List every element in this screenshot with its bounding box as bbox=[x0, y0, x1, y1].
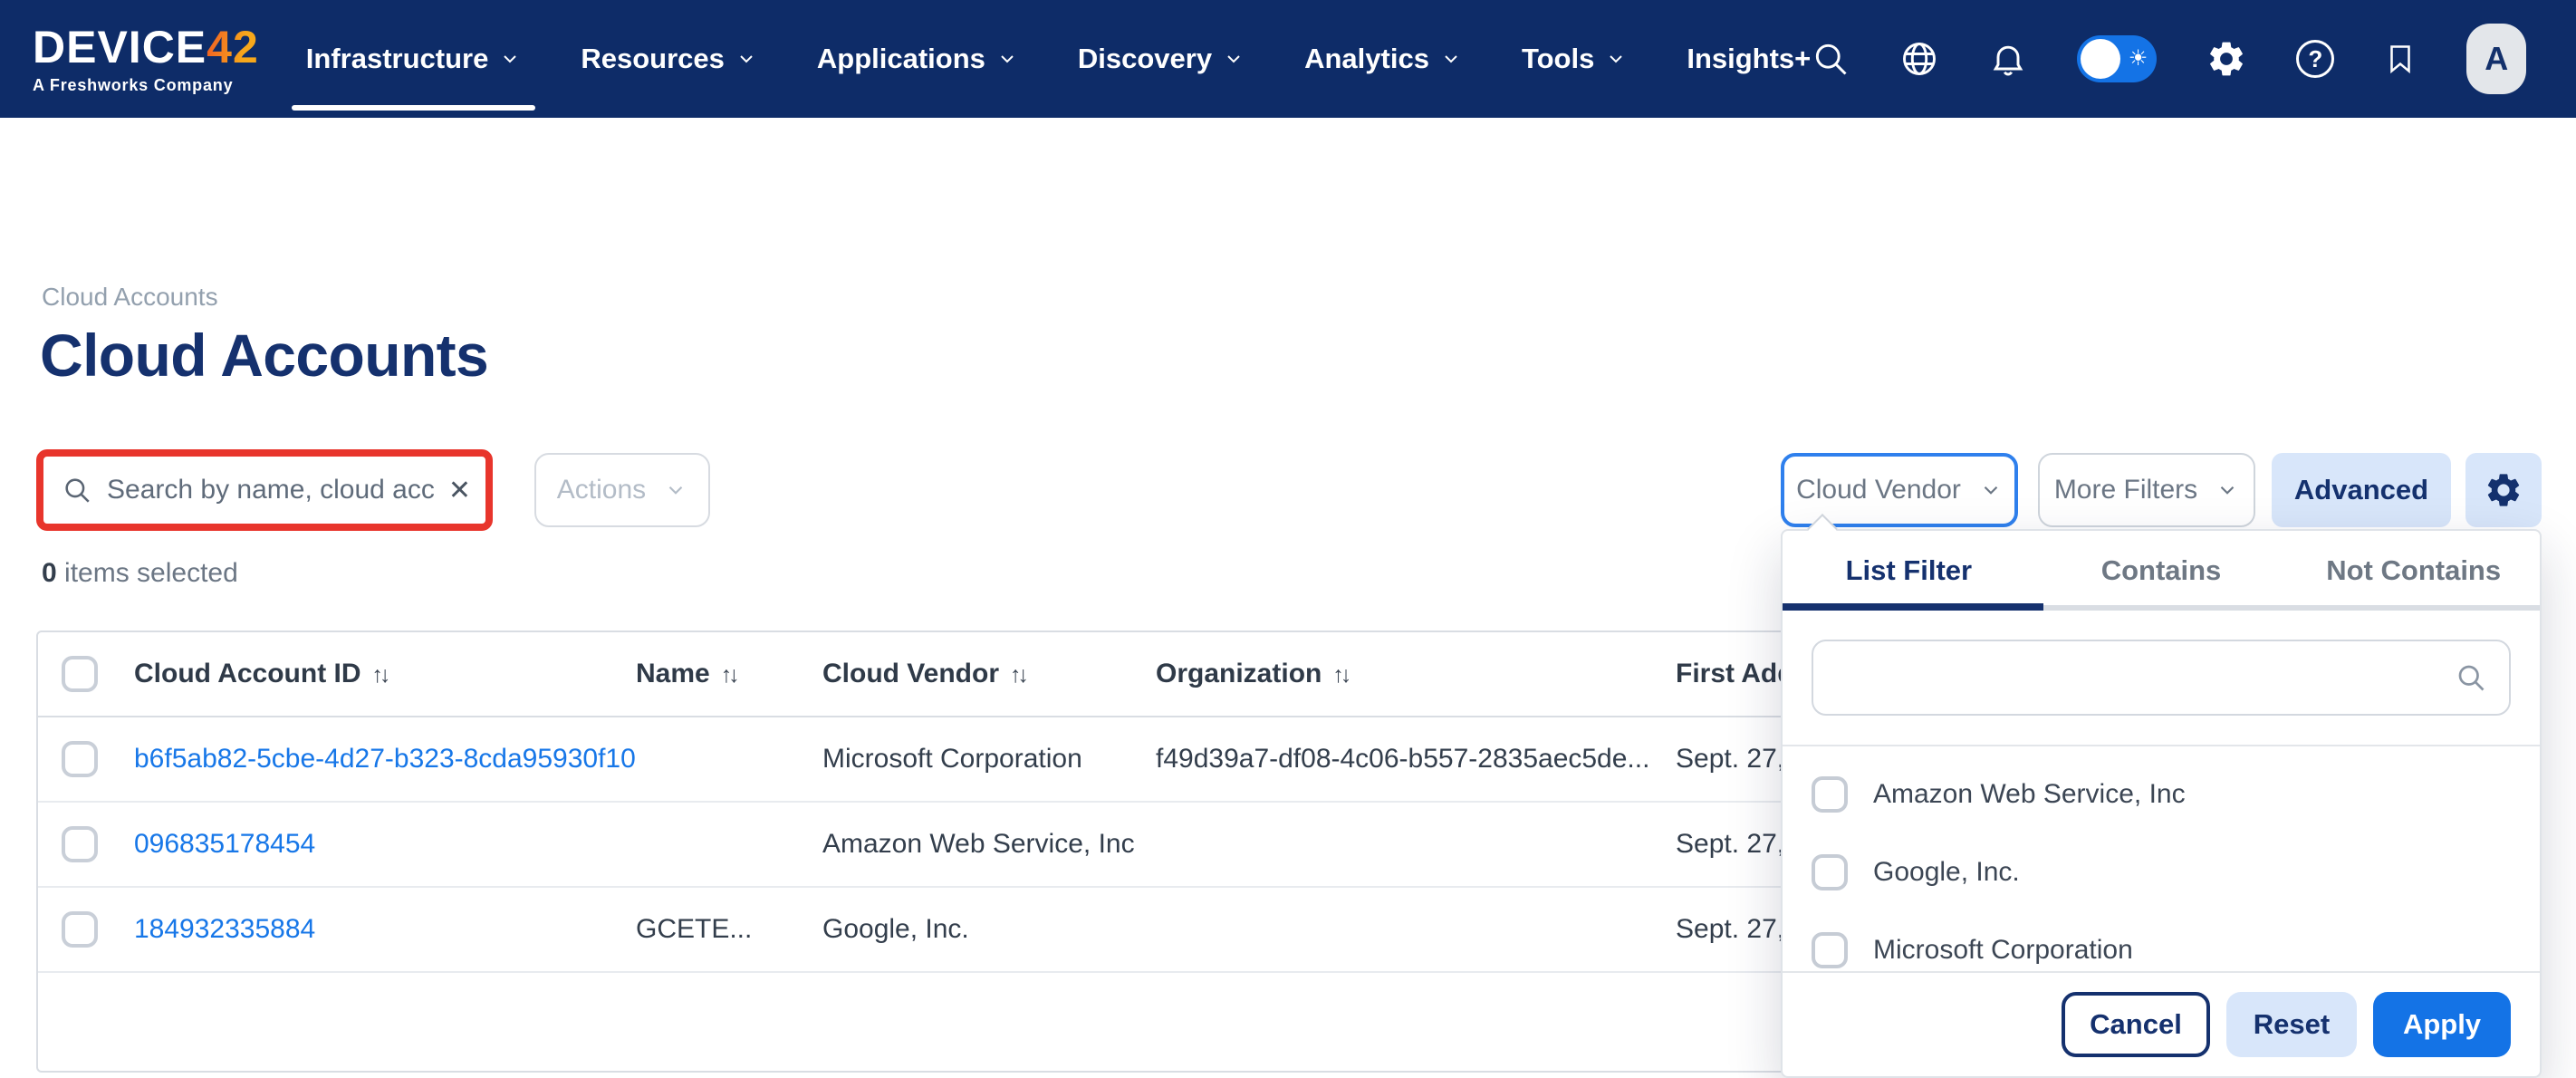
sort-icon[interactable]: ↑↓ bbox=[1010, 662, 1025, 688]
active-tab-indicator bbox=[1783, 603, 2043, 611]
nav-item-analytics[interactable]: Analytics bbox=[1304, 0, 1462, 118]
tab-list-filter[interactable]: List Filter bbox=[1783, 531, 2035, 611]
search-icon bbox=[2455, 661, 2487, 694]
main-content: Cloud Accounts Cloud Accounts ✕ Actions … bbox=[0, 118, 2576, 1078]
filter-search-field bbox=[1812, 640, 2511, 716]
checkbox[interactable] bbox=[1812, 932, 1848, 968]
toggle-knob-icon bbox=[2081, 39, 2120, 79]
cloud-account-id-link[interactable]: b6f5ab82-5cbe-4d27-b323-8cda95930f10 bbox=[134, 744, 636, 775]
page-title: Cloud Accounts bbox=[40, 321, 488, 390]
nav-item-infrastructure[interactable]: Infrastructure bbox=[306, 0, 522, 118]
sort-icon[interactable]: ↑↓ bbox=[721, 662, 736, 688]
actions-dropdown-button[interactable]: Actions bbox=[534, 453, 710, 527]
gear-icon bbox=[2484, 470, 2523, 510]
user-avatar[interactable]: A bbox=[2466, 24, 2526, 94]
chevron-down-icon bbox=[1979, 478, 2003, 502]
column-header-first-added[interactable]: First Add bbox=[1676, 659, 1794, 689]
help-icon[interactable]: ? bbox=[2296, 40, 2334, 78]
gear-icon[interactable] bbox=[2206, 38, 2247, 80]
bell-icon[interactable] bbox=[1988, 39, 2028, 79]
chevron-down-icon bbox=[664, 478, 687, 502]
bookmark-icon[interactable] bbox=[2383, 39, 2417, 79]
option-google[interactable]: Google, Inc. bbox=[1812, 833, 2511, 911]
cloud-vendor-filter-panel: List Filter Contains Not Contains Amazon… bbox=[1781, 529, 2542, 1078]
filter-tabs: List Filter Contains Not Contains bbox=[1783, 531, 2540, 611]
globe-icon[interactable] bbox=[1899, 39, 1939, 79]
option-amazon-web-service[interactable]: Amazon Web Service, Inc bbox=[1812, 756, 2511, 833]
tab-not-contains[interactable]: Not Contains bbox=[2287, 531, 2540, 611]
cloud-vendor-filter-button[interactable]: Cloud Vendor bbox=[1781, 453, 2018, 527]
top-navbar: DEVICE42 A Freshworks Company Infrastruc… bbox=[0, 0, 2576, 118]
checkbox[interactable] bbox=[1812, 854, 1848, 890]
column-header-cloud-vendor[interactable]: Cloud Vendor↑↓ bbox=[822, 659, 1025, 689]
chevron-down-icon bbox=[2216, 478, 2239, 502]
vendor-option-list: Amazon Web Service, Inc Google, Inc. Mic… bbox=[1783, 746, 2540, 989]
cloud-vendor-cell: Amazon Web Service, Inc bbox=[822, 829, 1135, 860]
more-filters-button[interactable]: More Filters bbox=[2038, 453, 2255, 527]
clear-search-icon[interactable]: ✕ bbox=[448, 475, 471, 506]
tab-contains[interactable]: Contains bbox=[2035, 531, 2288, 611]
nav-item-insights[interactable]: Insights+ bbox=[1687, 0, 1811, 118]
search-input[interactable] bbox=[107, 475, 434, 505]
breadcrumb[interactable]: Cloud Accounts bbox=[42, 283, 218, 312]
chevron-down-icon bbox=[1440, 48, 1462, 70]
app-window: DEVICE42 A Freshworks Company Infrastruc… bbox=[0, 0, 2576, 1078]
sort-icon[interactable]: ↑↓ bbox=[1332, 662, 1348, 688]
apply-button[interactable]: Apply bbox=[2373, 992, 2511, 1057]
advanced-button[interactable]: Advanced bbox=[2272, 453, 2451, 527]
chevron-down-icon bbox=[735, 48, 757, 70]
cloud-vendor-cell: Microsoft Corporation bbox=[822, 744, 1082, 775]
chevron-down-icon bbox=[1223, 48, 1245, 70]
cancel-button[interactable]: Cancel bbox=[2062, 992, 2210, 1057]
sort-icon[interactable]: ↑↓ bbox=[372, 662, 388, 688]
column-header-cloud-account-id[interactable]: Cloud Account ID↑↓ bbox=[134, 659, 388, 689]
name-cell: GCETE... bbox=[636, 914, 752, 945]
search-icon[interactable] bbox=[1811, 39, 1850, 79]
device42-logo[interactable]: DEVICE42 A Freshworks Company bbox=[33, 24, 259, 93]
selection-status: 0 items selected bbox=[42, 558, 238, 589]
chevron-down-icon bbox=[1605, 48, 1627, 70]
panel-footer: Cancel Reset Apply bbox=[1783, 971, 2540, 1076]
nav-item-resources[interactable]: Resources bbox=[581, 0, 757, 118]
main-menu: Infrastructure Resources Applications Di… bbox=[306, 0, 1811, 118]
navbar-icon-group: ☀ ? A bbox=[1811, 24, 2526, 94]
row-checkbox[interactable] bbox=[62, 911, 98, 948]
cloud-vendor-cell: Google, Inc. bbox=[822, 914, 969, 945]
search-icon bbox=[62, 475, 92, 505]
cloud-account-id-link[interactable]: 096835178454 bbox=[134, 829, 315, 860]
checkbox[interactable] bbox=[1812, 776, 1848, 813]
row-checkbox[interactable] bbox=[62, 826, 98, 862]
column-header-name[interactable]: Name↑↓ bbox=[636, 659, 736, 689]
cloud-account-id-link[interactable]: 184932335884 bbox=[134, 914, 315, 945]
logo-tagline: A Freshworks Company bbox=[33, 77, 259, 93]
chevron-down-icon bbox=[499, 48, 521, 70]
chevron-down-icon bbox=[996, 48, 1018, 70]
nav-item-tools[interactable]: Tools bbox=[1522, 0, 1627, 118]
table-settings-button[interactable] bbox=[2465, 453, 2542, 527]
column-header-organization[interactable]: Organization↑↓ bbox=[1156, 659, 1348, 689]
sun-icon: ☀ bbox=[2129, 45, 2148, 71]
logo-wordmark: DEVICE42 bbox=[33, 24, 259, 70]
search-field-highlighted: ✕ bbox=[36, 449, 493, 531]
nav-item-discovery[interactable]: Discovery bbox=[1078, 0, 1245, 118]
organization-cell: f49d39a7-df08-4c06-b557-2835aec5de... bbox=[1156, 744, 1649, 775]
filter-search-input[interactable] bbox=[1813, 641, 2509, 714]
select-all-checkbox[interactable] bbox=[62, 656, 98, 692]
reset-button[interactable]: Reset bbox=[2226, 992, 2357, 1057]
row-checkbox[interactable] bbox=[62, 741, 98, 777]
nav-item-applications[interactable]: Applications bbox=[817, 0, 1018, 118]
theme-toggle[interactable]: ☀ bbox=[2077, 35, 2157, 82]
